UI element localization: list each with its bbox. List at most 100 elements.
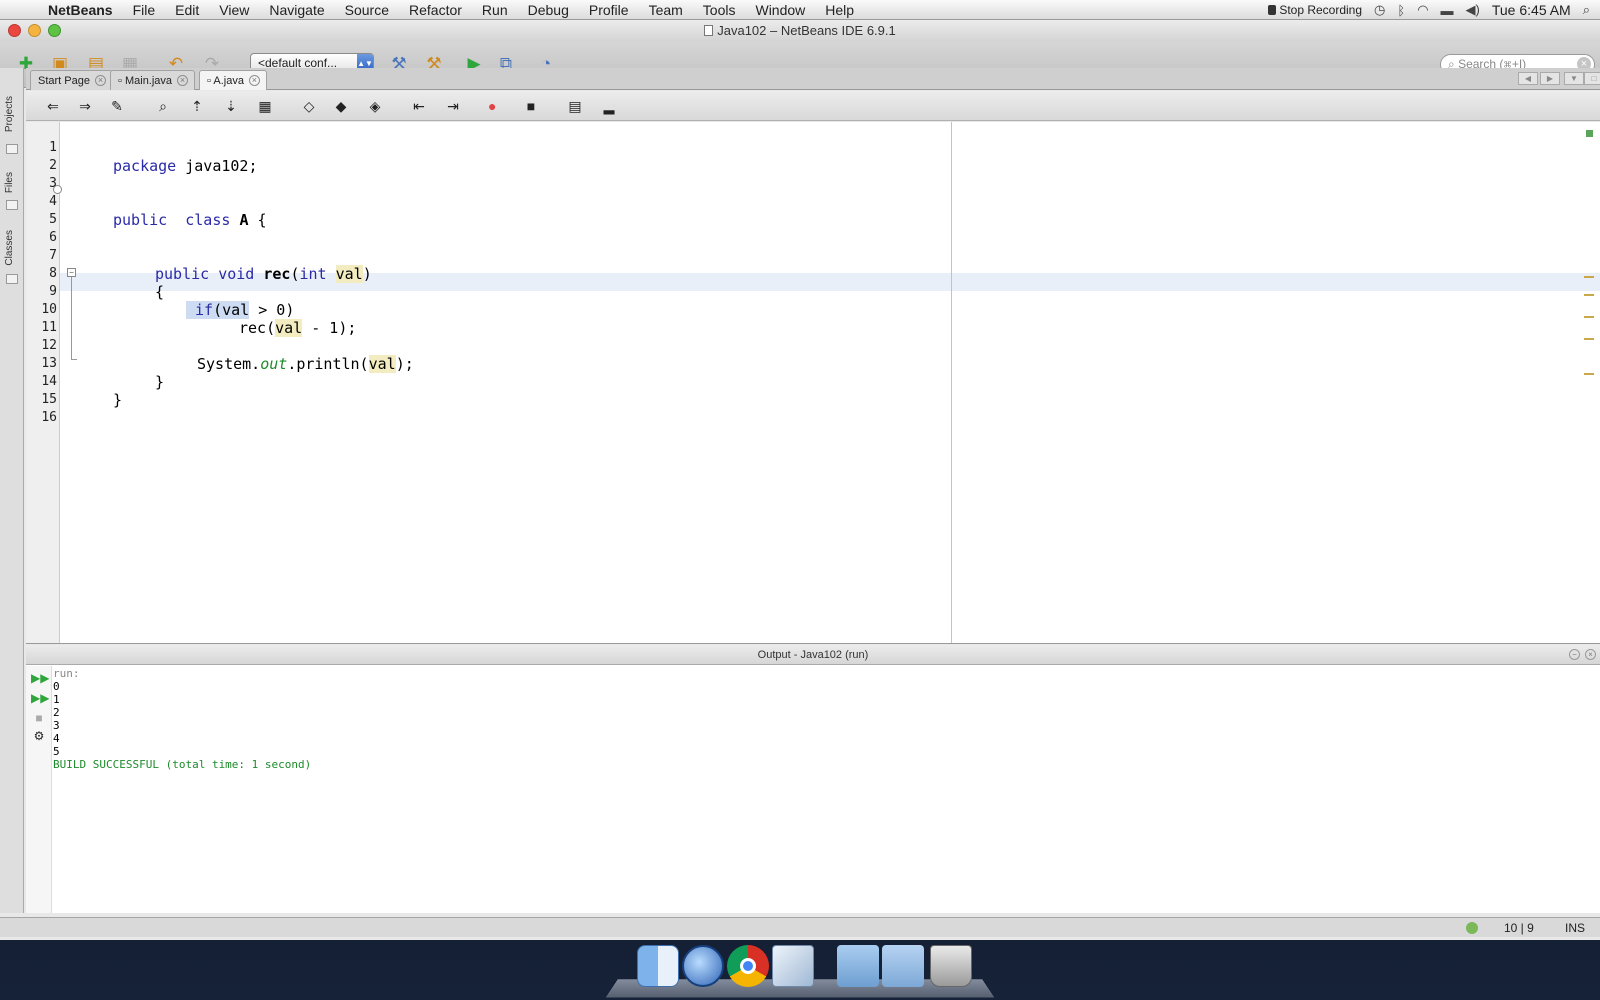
error-stripe-mark[interactable] — [1584, 373, 1594, 375]
time-machine-icon[interactable]: ◷ — [1374, 2, 1385, 18]
minimize-window-button[interactable] — [28, 24, 41, 37]
code-editor[interactable]: 1 2 3 4 5 6 7 8 9 10 11 12 13 14 15 16 −… — [26, 122, 1600, 644]
classes-icon[interactable] — [6, 274, 18, 284]
clock[interactable]: Tue 6:45 AM — [1492, 2, 1571, 18]
update-available-icon[interactable] — [1466, 922, 1478, 934]
netbeans-icon[interactable] — [772, 945, 814, 987]
code-line: public class A { — [113, 211, 267, 229]
find-icon[interactable]: ⌕ — [154, 97, 172, 115]
back-icon[interactable]: ⇐ — [44, 97, 62, 115]
find-previous-icon[interactable]: ⇡ — [188, 97, 206, 115]
projects-tab[interactable]: Projects — [4, 96, 15, 132]
forward-icon[interactable]: ⇒ — [76, 97, 94, 115]
code-line: { — [155, 283, 165, 301]
error-stripe-mark[interactable] — [1584, 276, 1594, 278]
bluetooth-icon[interactable]: ᛒ — [1397, 3, 1405, 18]
error-stripe-mark[interactable] — [1584, 338, 1594, 340]
tab-label: A.java — [213, 75, 244, 87]
menu-window[interactable]: Window — [745, 2, 815, 18]
menu-profile[interactable]: Profile — [579, 2, 639, 18]
files-icon[interactable] — [6, 200, 18, 210]
menu-navigate[interactable]: Navigate — [259, 2, 334, 18]
volume-icon[interactable]: ◀) — [1466, 2, 1480, 18]
error-stripe-mark[interactable] — [1584, 294, 1594, 296]
settings-icon[interactable]: ⚙ — [31, 728, 47, 744]
tab-main-java[interactable]: ▫ Main.java × — [110, 70, 196, 90]
classes-tab[interactable]: Classes — [4, 230, 15, 266]
applications-folder-icon[interactable] — [837, 945, 879, 987]
java-file-icon: ▫ — [207, 75, 211, 87]
editor-tab-bar: Start Page × ▫ Main.java × ▫ A.java × ◀ … — [26, 68, 1600, 90]
spotlight-icon[interactable]: ⌕ — [1583, 2, 1590, 18]
flag-icon[interactable]: ▬ — [1441, 3, 1454, 18]
finder-icon[interactable] — [637, 945, 679, 987]
tab-a-java[interactable]: ▫ A.java × — [199, 70, 267, 90]
line-number: 8 — [49, 266, 57, 281]
code-line: package java102; — [113, 157, 258, 175]
start-macro-icon[interactable]: ● — [488, 97, 506, 115]
last-edit-icon[interactable]: ✎ — [108, 97, 126, 115]
output-line: 1 — [53, 693, 60, 706]
toggle-bookmark-icon[interactable]: ◈ — [366, 97, 384, 115]
stop-macro-icon[interactable]: ■ — [522, 97, 540, 115]
menu-file[interactable]: File — [123, 2, 166, 18]
document-icon — [704, 25, 714, 36]
close-window-button[interactable] — [8, 24, 21, 37]
chrome-icon[interactable] — [727, 945, 769, 987]
stop-icon[interactable]: ■ — [31, 710, 47, 726]
wifi-icon[interactable]: ◠ — [1417, 2, 1428, 18]
tab-start-page[interactable]: Start Page × — [30, 70, 113, 90]
zoom-window-button[interactable] — [48, 24, 61, 37]
find-next-icon[interactable]: ⇣ — [222, 97, 240, 115]
rerun-with-parameters-icon[interactable]: ▶▶ — [31, 690, 49, 706]
toggle-highlight-icon[interactable]: ▦ — [256, 97, 274, 115]
close-icon[interactable]: × — [94, 75, 106, 86]
menu-team[interactable]: Team — [639, 2, 693, 18]
menu-extras: Stop Recording ◷ ᛒ ◠ ▬ ◀) Tue 6:45 AM ⌕ — [1268, 0, 1590, 20]
line-number: 6 — [49, 230, 57, 245]
files-tab[interactable]: Files — [4, 172, 15, 193]
comment-icon[interactable]: ▤ — [566, 97, 584, 115]
menu-debug[interactable]: Debug — [518, 2, 579, 18]
line-number: 5 — [49, 212, 57, 227]
menu-netbeans[interactable]: NetBeans — [38, 2, 123, 18]
menu-edit[interactable]: Edit — [165, 2, 209, 18]
shift-left-icon[interactable]: ⇤ — [410, 97, 428, 115]
output-text[interactable]: run: 0 1 2 3 4 5 BUILD SUCCESSFUL (total… — [53, 666, 1593, 913]
trash-icon[interactable] — [930, 945, 972, 987]
code-line: if(val > 0) — [186, 301, 294, 319]
uncomment-icon[interactable]: ▂ — [600, 97, 618, 115]
menu-view[interactable]: View — [209, 2, 259, 18]
mac-menu-bar: NetBeans File Edit View Navigate Source … — [0, 0, 1600, 20]
error-stripe-mark[interactable] — [1584, 316, 1594, 318]
close-icon[interactable]: × — [248, 75, 260, 86]
quicktime-icon[interactable] — [682, 945, 724, 987]
stop-recording-button[interactable]: Stop Recording — [1268, 3, 1362, 17]
scroll-tabs-left-icon[interactable]: ◀ — [1518, 72, 1538, 85]
close-icon[interactable]: × — [1585, 649, 1596, 660]
next-bookmark-icon[interactable]: ◆ — [332, 97, 350, 115]
documents-folder-icon[interactable] — [882, 945, 924, 987]
menu-tools[interactable]: Tools — [693, 2, 746, 18]
scroll-tabs-right-icon[interactable]: ▶ — [1540, 72, 1560, 85]
menu-refactor[interactable]: Refactor — [399, 2, 472, 18]
no-errors-icon[interactable] — [1586, 130, 1593, 137]
menu-run[interactable]: Run — [472, 2, 518, 18]
code-area[interactable]: package java102; public class A { public… — [60, 122, 1600, 643]
menu-source[interactable]: Source — [335, 2, 399, 18]
minimize-icon[interactable]: − — [1569, 649, 1580, 660]
close-icon[interactable]: × — [177, 75, 189, 86]
output-line: 0 — [53, 680, 60, 693]
projects-icon[interactable] — [6, 144, 18, 154]
shift-right-icon[interactable]: ⇥ — [444, 97, 462, 115]
output-line: 2 — [53, 706, 60, 719]
menu-help[interactable]: Help — [815, 2, 864, 18]
chrome-center — [740, 958, 756, 974]
line-number: 7 — [49, 248, 57, 263]
output-panel: Output - Java102 (run) − × ▶▶ ▶▶ ■ ⚙ run… — [26, 645, 1600, 913]
code-line: public void rec(int val) — [155, 265, 372, 283]
rerun-icon[interactable]: ▶▶ — [31, 670, 49, 686]
previous-bookmark-icon[interactable]: ◇ — [300, 97, 318, 115]
maximize-editor-icon[interactable]: □ — [1584, 72, 1600, 85]
tab-list-icon[interactable]: ▼ — [1564, 72, 1584, 85]
